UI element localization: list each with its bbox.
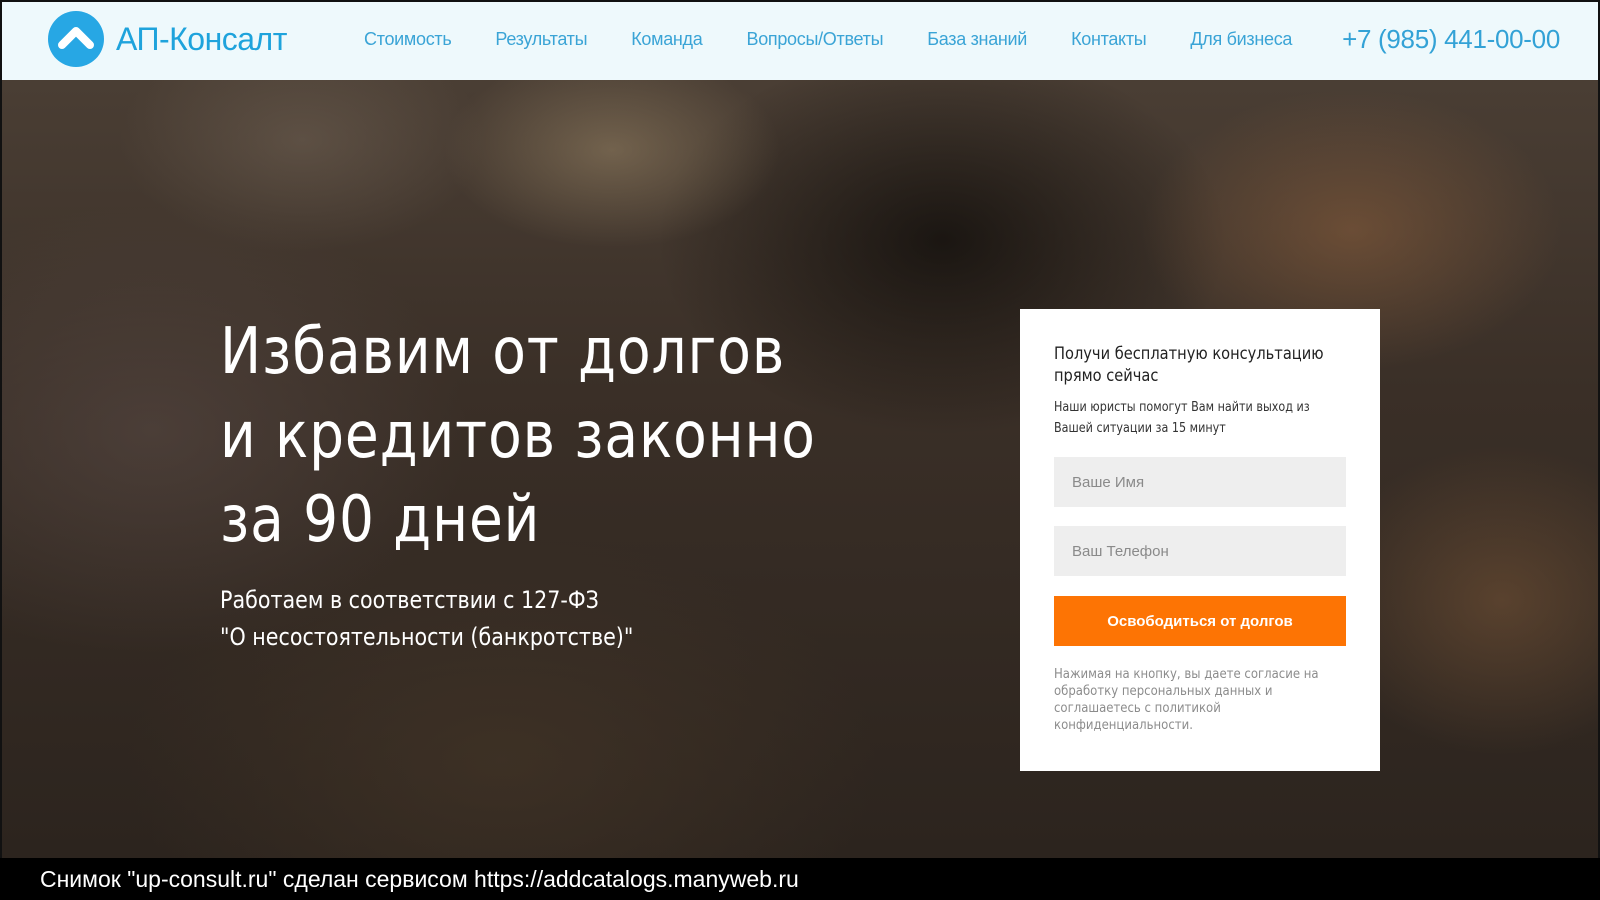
brand-logo[interactable]: АП-Консалт (48, 11, 287, 67)
nav-item-results[interactable]: Результаты (495, 29, 587, 50)
form-description: Наши юристы помогут Вам найти выход из В… (1054, 400, 1310, 436)
chevron-up-circle-icon (48, 11, 104, 67)
form-title: Получи бесплатную консультацию прямо сей… (1054, 344, 1324, 386)
nav-item-knowledge-base[interactable]: База знаний (927, 29, 1027, 50)
screenshot-caption-bar: Снимок "up-consult.ru" сделан сервисом h… (0, 858, 1600, 900)
name-input[interactable] (1054, 457, 1346, 507)
phone-input[interactable] (1054, 526, 1346, 576)
nav-item-faq[interactable]: Вопросы/Ответы (746, 29, 883, 50)
hero-headline: Избавим от долгов и кредитов законно за … (220, 315, 816, 557)
screenshot-caption: Снимок "up-consult.ru" сделан сервисом h… (40, 866, 799, 892)
page-frame: АП-Консалт Стоимость Результаты Команда … (0, 0, 1600, 900)
nav-item-pricing[interactable]: Стоимость (364, 29, 452, 50)
nav-item-contacts[interactable]: Контакты (1071, 29, 1147, 50)
consent-note: Нажимая на кнопку, вы даете согласие на … (1054, 667, 1319, 733)
header-phone-link[interactable]: +7 (985) 441-00-00 (1342, 24, 1560, 55)
hero-subline: Работаем в соответствии с 127-ФЗ "О несо… (220, 582, 702, 656)
hero-subline-law-title: "О несостоятельности (банкротстве)" (220, 623, 634, 651)
site-header: АП-Консалт Стоимость Результаты Команда … (2, 2, 1598, 80)
nav-item-team[interactable]: Команда (631, 29, 703, 50)
consultation-form-card: Получи бесплатную консультацию прямо сей… (1020, 309, 1380, 771)
brand-name: АП-Консалт (116, 20, 287, 57)
main-nav: Стоимость Результаты Команда Вопросы/Отв… (364, 29, 1336, 50)
submit-debt-relief-button[interactable]: Освободиться от долгов (1054, 596, 1346, 646)
nav-item-business[interactable]: Для бизнеса (1190, 29, 1292, 50)
hero-subline-law: Работаем в соответствии с 127-ФЗ (220, 586, 599, 614)
